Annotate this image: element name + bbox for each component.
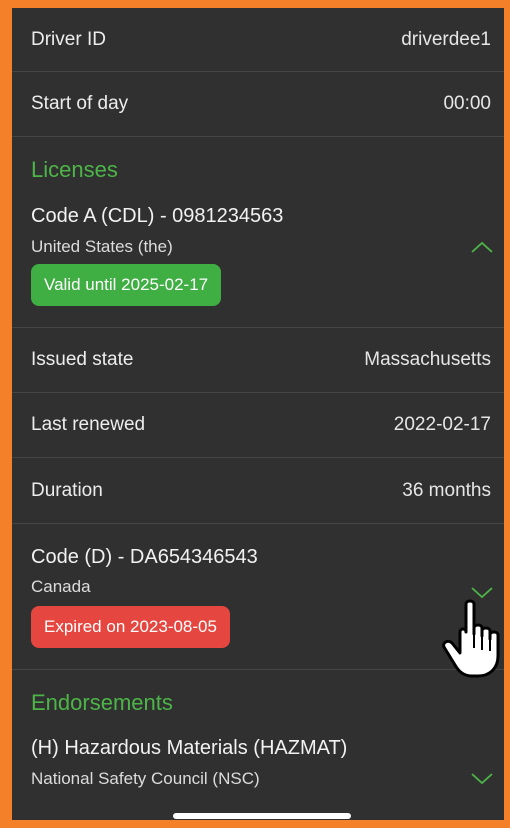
driver-id-value: driverdee1 xyxy=(401,28,491,50)
endorsement-issuer: National Safety Council (NSC) xyxy=(31,769,260,788)
license-title: Code A (CDL) - 0981234563 xyxy=(31,205,284,227)
home-indicator[interactable] xyxy=(173,813,351,819)
driver-id-label: Driver ID xyxy=(31,28,106,50)
license-title: Code (D) - DA654346543 xyxy=(31,546,258,568)
license-status-badge: Expired on 2023-08-05 xyxy=(31,606,230,648)
license-country: United States (the) xyxy=(31,237,173,256)
license-country: Canada xyxy=(31,577,91,596)
last-renewed-value: 2022-02-17 xyxy=(393,414,491,435)
last-renewed-label: Last renewed xyxy=(31,414,146,435)
licenses-section-title: Licenses xyxy=(31,157,118,182)
chevron-up-icon[interactable] xyxy=(470,240,494,254)
start-of-day-label: Start of day xyxy=(31,93,129,114)
last-renewed-row: Last renewed 2022-02-17 xyxy=(12,393,504,458)
start-of-day-value: 00:00 xyxy=(443,93,491,114)
license-card-d[interactable]: Code (D) - DA654346543 Canada Expired on… xyxy=(12,524,504,670)
start-of-day-row: Start of day 00:00 xyxy=(12,72,504,137)
license-status-badge: Valid until 2025-02-17 xyxy=(31,264,222,306)
duration-row: Duration 36 months xyxy=(12,458,504,524)
endorsement-title: (H) Hazardous Materials (HAZMAT) xyxy=(31,737,348,759)
duration-value: 36 months xyxy=(402,479,491,501)
driver-id-row: Driver ID driverdee1 xyxy=(12,8,504,72)
issued-state-value: Massachusetts xyxy=(364,349,491,370)
license-card-cdl[interactable]: Licenses Code A (CDL) - 0981234563 Unite… xyxy=(12,137,504,328)
issued-state-label: Issued state xyxy=(31,349,134,370)
duration-label: Duration xyxy=(31,479,103,501)
driver-profile-screen: Driver ID driverdee1 Start of day 00:00 … xyxy=(12,8,504,820)
chevron-down-icon[interactable] xyxy=(470,772,494,786)
endorsement-card-hazmat[interactable]: Endorsements (H) Hazardous Materials (HA… xyxy=(12,670,504,820)
issued-state-row: Issued state Massachusetts xyxy=(12,328,504,393)
hand-pointer-icon xyxy=(442,599,500,678)
endorsements-section-title: Endorsements xyxy=(31,690,173,715)
